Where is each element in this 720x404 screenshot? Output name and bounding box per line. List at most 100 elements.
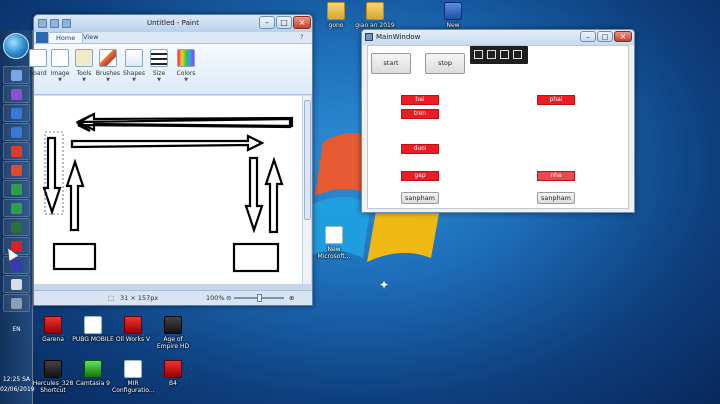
group-label: Brushes (95, 70, 121, 77)
document-icon (325, 226, 343, 244)
group-label: board (29, 70, 47, 77)
canvas-area (34, 96, 312, 292)
clock-time[interactable]: 12:25 SA (0, 376, 33, 384)
taskbar-app-button[interactable] (3, 199, 30, 217)
desktop-icon-label: New (446, 22, 460, 29)
vertical-scrollbar[interactable] (302, 96, 311, 284)
app-icon (365, 33, 373, 41)
app-icon (124, 316, 142, 334)
app-icon (11, 145, 22, 157)
group-label: Tools (76, 70, 92, 77)
desktop-icon-new-microsoft[interactable]: New Microsoft... (313, 226, 355, 260)
game-icon (164, 316, 182, 334)
group-label: Size (152, 70, 166, 77)
up-arrow-right-shape (264, 156, 284, 234)
folder-icon (327, 2, 345, 20)
label-duoi: duoi (401, 144, 439, 154)
scrollbar-thumb[interactable] (304, 100, 311, 220)
canvas-size-readout: 31 × 157px (120, 294, 159, 302)
pubg-icon (84, 316, 102, 334)
color-palette-icon (177, 49, 195, 67)
sparkle-icon: ✦ (379, 278, 390, 292)
taskbar-app-button[interactable] (3, 85, 30, 103)
up-arrow-shape (65, 158, 85, 232)
desktop-icon-age-of-empire[interactable]: Age of Empire HD (152, 316, 194, 350)
taskbar-app-button[interactable] (3, 180, 30, 198)
app-icon (11, 202, 22, 214)
drawing-canvas[interactable] (34, 96, 303, 284)
paint-titlebar[interactable]: Untitled - Paint – □ × (34, 15, 312, 32)
display-layout-icon[interactable] (487, 50, 496, 59)
taskbar-app-button[interactable] (3, 123, 30, 141)
app-icon (11, 278, 22, 290)
clock-date[interactable]: 02/06/2019 (0, 386, 35, 394)
maximize-button[interactable]: □ (276, 16, 292, 29)
zoom-in-button[interactable]: ⊕ (289, 294, 294, 302)
file-menu-button[interactable] (36, 32, 48, 43)
desktop-icon-label: giao an 2019 (355, 22, 395, 29)
language-indicator[interactable]: EN (0, 326, 33, 334)
desktop-icon-garena[interactable]: Garena (32, 316, 74, 343)
garena-icon (44, 316, 62, 334)
taskbar-app-button[interactable] (3, 256, 30, 274)
taskbar-app-button[interactable] (3, 218, 30, 236)
select-element-icon[interactable] (474, 50, 483, 59)
desktop-icon-label: gono (328, 22, 344, 29)
selection-icon: ⬚ (108, 294, 115, 302)
zoom-out-button[interactable]: ⊖ (226, 294, 231, 302)
pencil-icon (75, 49, 93, 67)
status-bar: ⬚ 31 × 157px 100% ⊖ ⊕ (34, 290, 312, 305)
desktop-icon-mir[interactable]: MIR Configuratio... (112, 360, 155, 394)
desktop-icon-gono[interactable]: gono (315, 2, 357, 29)
desktop-icon-camtasia[interactable]: Camtasia 9 (72, 360, 114, 387)
desktop-icon-oiiworks[interactable]: Oll Works V (112, 316, 154, 343)
taskbar-app-button[interactable] (3, 142, 30, 160)
zoom-slider-thumb[interactable] (257, 294, 262, 302)
taskbar-app-button[interactable] (3, 161, 30, 179)
desktop-icon-giao-an[interactable]: giao an 2019 (354, 2, 396, 29)
start-button[interactable]: start (371, 53, 411, 74)
desktop-icon-label: Age of Empire HD (156, 336, 190, 350)
chevron-down-icon: ▼ (132, 77, 136, 83)
label-tren: tren (401, 109, 439, 119)
close-button[interactable]: × (614, 31, 632, 42)
sanpham-button-left[interactable]: sanpham (401, 192, 439, 204)
mainwindow-title: MainWindow (376, 33, 421, 41)
desktop-icon-hercules[interactable]: Hercules_328 Shortcut (32, 360, 74, 394)
taskbar-app-button[interactable] (3, 104, 30, 122)
size-group[interactable]: Size ▼ (145, 47, 173, 83)
desktop-icon-new[interactable]: New (432, 2, 474, 29)
colors-group[interactable]: Colors ▼ (172, 47, 200, 83)
maximize-button[interactable]: □ (597, 31, 613, 42)
shapes-group[interactable]: Shapes ▼ (120, 47, 148, 83)
zoom-level: 100% (206, 294, 225, 302)
desktop-icon-b4[interactable]: B4 (152, 360, 194, 387)
mainwindow-titlebar[interactable]: MainWindow – □ × (362, 30, 634, 45)
sanpham-button-right[interactable]: sanpham (537, 192, 575, 204)
taskbar: EN 12:25 SA 02/06/2019 (0, 30, 35, 404)
minimize-button[interactable]: – (580, 31, 596, 42)
chevron-down-icon: ▼ (157, 77, 161, 83)
right-arrow-shape (70, 134, 265, 152)
line-size-icon (150, 49, 168, 67)
app-icon (11, 88, 22, 100)
collapse-icon[interactable] (513, 50, 522, 59)
stop-button[interactable]: stop (425, 53, 465, 74)
label-hai: hai (401, 95, 439, 105)
close-button[interactable]: × (293, 16, 311, 29)
taskbar-app-button[interactable] (3, 275, 30, 293)
brushes-group[interactable]: Brushes ▼ (94, 47, 122, 83)
desktop-icon-label: Garena (42, 336, 64, 343)
ribbon-tabs: Home View ? (34, 32, 312, 43)
minimize-button[interactable]: – (259, 16, 275, 29)
help-icon[interactable]: ? (300, 32, 303, 43)
shapes-icon (125, 49, 143, 67)
taskbar-app-button[interactable] (3, 294, 30, 312)
folder-icon (366, 2, 384, 20)
brush-icon (99, 49, 117, 67)
desktop-icon-label: Oll Works V (115, 336, 151, 343)
track-focus-icon[interactable] (500, 50, 509, 59)
desktop-icon-pubg[interactable]: PUBG MOBILE (72, 316, 114, 343)
app-icon (44, 360, 62, 378)
tab-view[interactable]: View (76, 32, 105, 43)
